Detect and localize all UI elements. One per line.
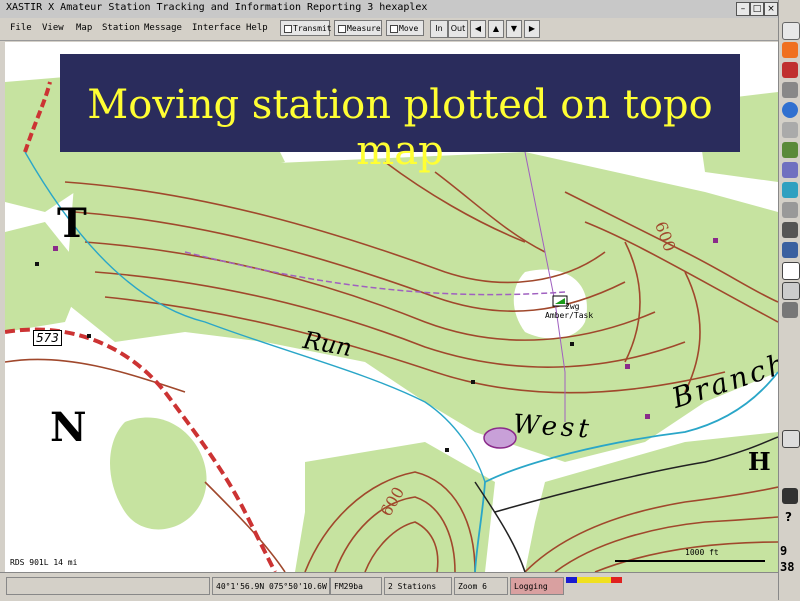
pan-up-button[interactable]: ▲ xyxy=(488,20,504,38)
menu-station[interactable]: Station xyxy=(102,23,140,33)
minimize-button[interactable]: – xyxy=(736,2,750,16)
status-zoom: Zoom 6 xyxy=(454,577,508,595)
speaker-icon[interactable] xyxy=(782,302,798,318)
menu-file[interactable]: File xyxy=(10,23,32,33)
monitor-icon[interactable] xyxy=(782,242,798,258)
network-icon[interactable] xyxy=(782,182,798,198)
tray-window-icon[interactable] xyxy=(782,430,800,448)
map-label-h: H xyxy=(748,447,771,476)
menu-view[interactable]: View xyxy=(42,23,64,33)
globe-icon[interactable] xyxy=(782,102,798,118)
camera-icon[interactable] xyxy=(782,222,798,238)
menubar: File View Map Station Message Interface … xyxy=(0,18,778,41)
marker-dot xyxy=(645,414,650,419)
terminal-icon[interactable] xyxy=(782,82,798,98)
menu-interface[interactable]: Interface xyxy=(192,23,241,33)
desktop-tray: ? xyxy=(778,0,800,600)
browser-icon[interactable] xyxy=(782,42,798,58)
pan-down-button[interactable]: ▼ xyxy=(506,20,522,38)
move-toggle[interactable]: Move xyxy=(386,20,424,36)
help-icon[interactable]: ? xyxy=(785,510,792,524)
marker-dot xyxy=(713,238,718,243)
status-coords: 40°1'56.9N 075°50'10.6W xyxy=(212,577,330,595)
scale-label: 1000 ft xyxy=(685,548,719,557)
clock-minute: 38 xyxy=(780,560,795,574)
scale-line xyxy=(615,560,765,562)
printer-icon[interactable] xyxy=(782,202,798,218)
pan-left-button[interactable]: ◀ xyxy=(470,20,486,38)
tools-icon[interactable] xyxy=(782,122,798,138)
statusbar: 40°1'56.9N 075°50'10.6W FM29ba 2 Station… xyxy=(0,572,778,601)
route-shield-573: 573 xyxy=(33,330,62,346)
building-dot xyxy=(87,334,91,338)
marker-dot xyxy=(625,364,630,369)
window-titlebar: XASTIR X Amateur Station Tracking and In… xyxy=(0,0,778,19)
document-icon[interactable] xyxy=(782,22,800,40)
close-button[interactable]: × xyxy=(764,2,778,16)
woods-main xyxy=(65,152,778,462)
menu-message[interactable]: Message xyxy=(144,23,182,33)
measure-toggle[interactable]: Measure xyxy=(334,20,382,36)
clock-hour: 9 xyxy=(780,544,788,558)
status-stations: 2 Stations xyxy=(384,577,452,595)
transmit-toggle[interactable]: Transmit xyxy=(280,20,332,36)
maximize-button[interactable]: □ xyxy=(750,2,764,16)
building-dot xyxy=(570,342,574,346)
station-callsign-line2: Amber/Task xyxy=(545,311,594,320)
zoom-in-button[interactable]: In xyxy=(430,20,448,38)
mail-icon[interactable] xyxy=(782,62,798,78)
contour-line xyxy=(5,358,186,393)
map-info-text: RDS 901L 14 mi xyxy=(10,558,78,567)
pan-right-button[interactable]: ▶ xyxy=(524,20,540,38)
building-dot xyxy=(471,380,475,384)
blank-window-icon[interactable] xyxy=(782,282,800,300)
status-grid: FM29ba xyxy=(330,577,382,595)
contour-line xyxy=(204,481,286,572)
woods-southwest xyxy=(110,417,207,530)
display-icon[interactable] xyxy=(782,488,798,504)
building-dot xyxy=(35,262,39,266)
map-label-n: N xyxy=(50,404,87,451)
activity-indicator xyxy=(566,577,622,583)
scale-bar: 1000 ft xyxy=(615,548,765,562)
settings-icon[interactable] xyxy=(782,162,798,178)
status-message-field xyxy=(6,577,210,595)
station-callsign-line1: 2wg xyxy=(565,302,580,311)
map-label-t: T xyxy=(57,200,87,247)
chart-icon[interactable] xyxy=(782,142,798,158)
station-callsign-label[interactable]: 2wg Amber/Task xyxy=(545,302,593,320)
building-dot xyxy=(445,448,449,452)
menu-map[interactable]: Map xyxy=(76,23,92,33)
caption-banner: Moving station plotted on topo map xyxy=(60,54,740,174)
window-title: XASTIR X Amateur Station Tracking and In… xyxy=(6,2,428,13)
map-label-west: West xyxy=(512,409,594,445)
caption-text: Moving station plotted on topo map xyxy=(87,82,713,174)
zoom-out-button[interactable]: Out xyxy=(448,20,468,38)
status-logging[interactable]: Logging xyxy=(510,577,564,595)
menu-help[interactable]: Help xyxy=(246,23,268,33)
window-icon[interactable] xyxy=(782,262,800,280)
